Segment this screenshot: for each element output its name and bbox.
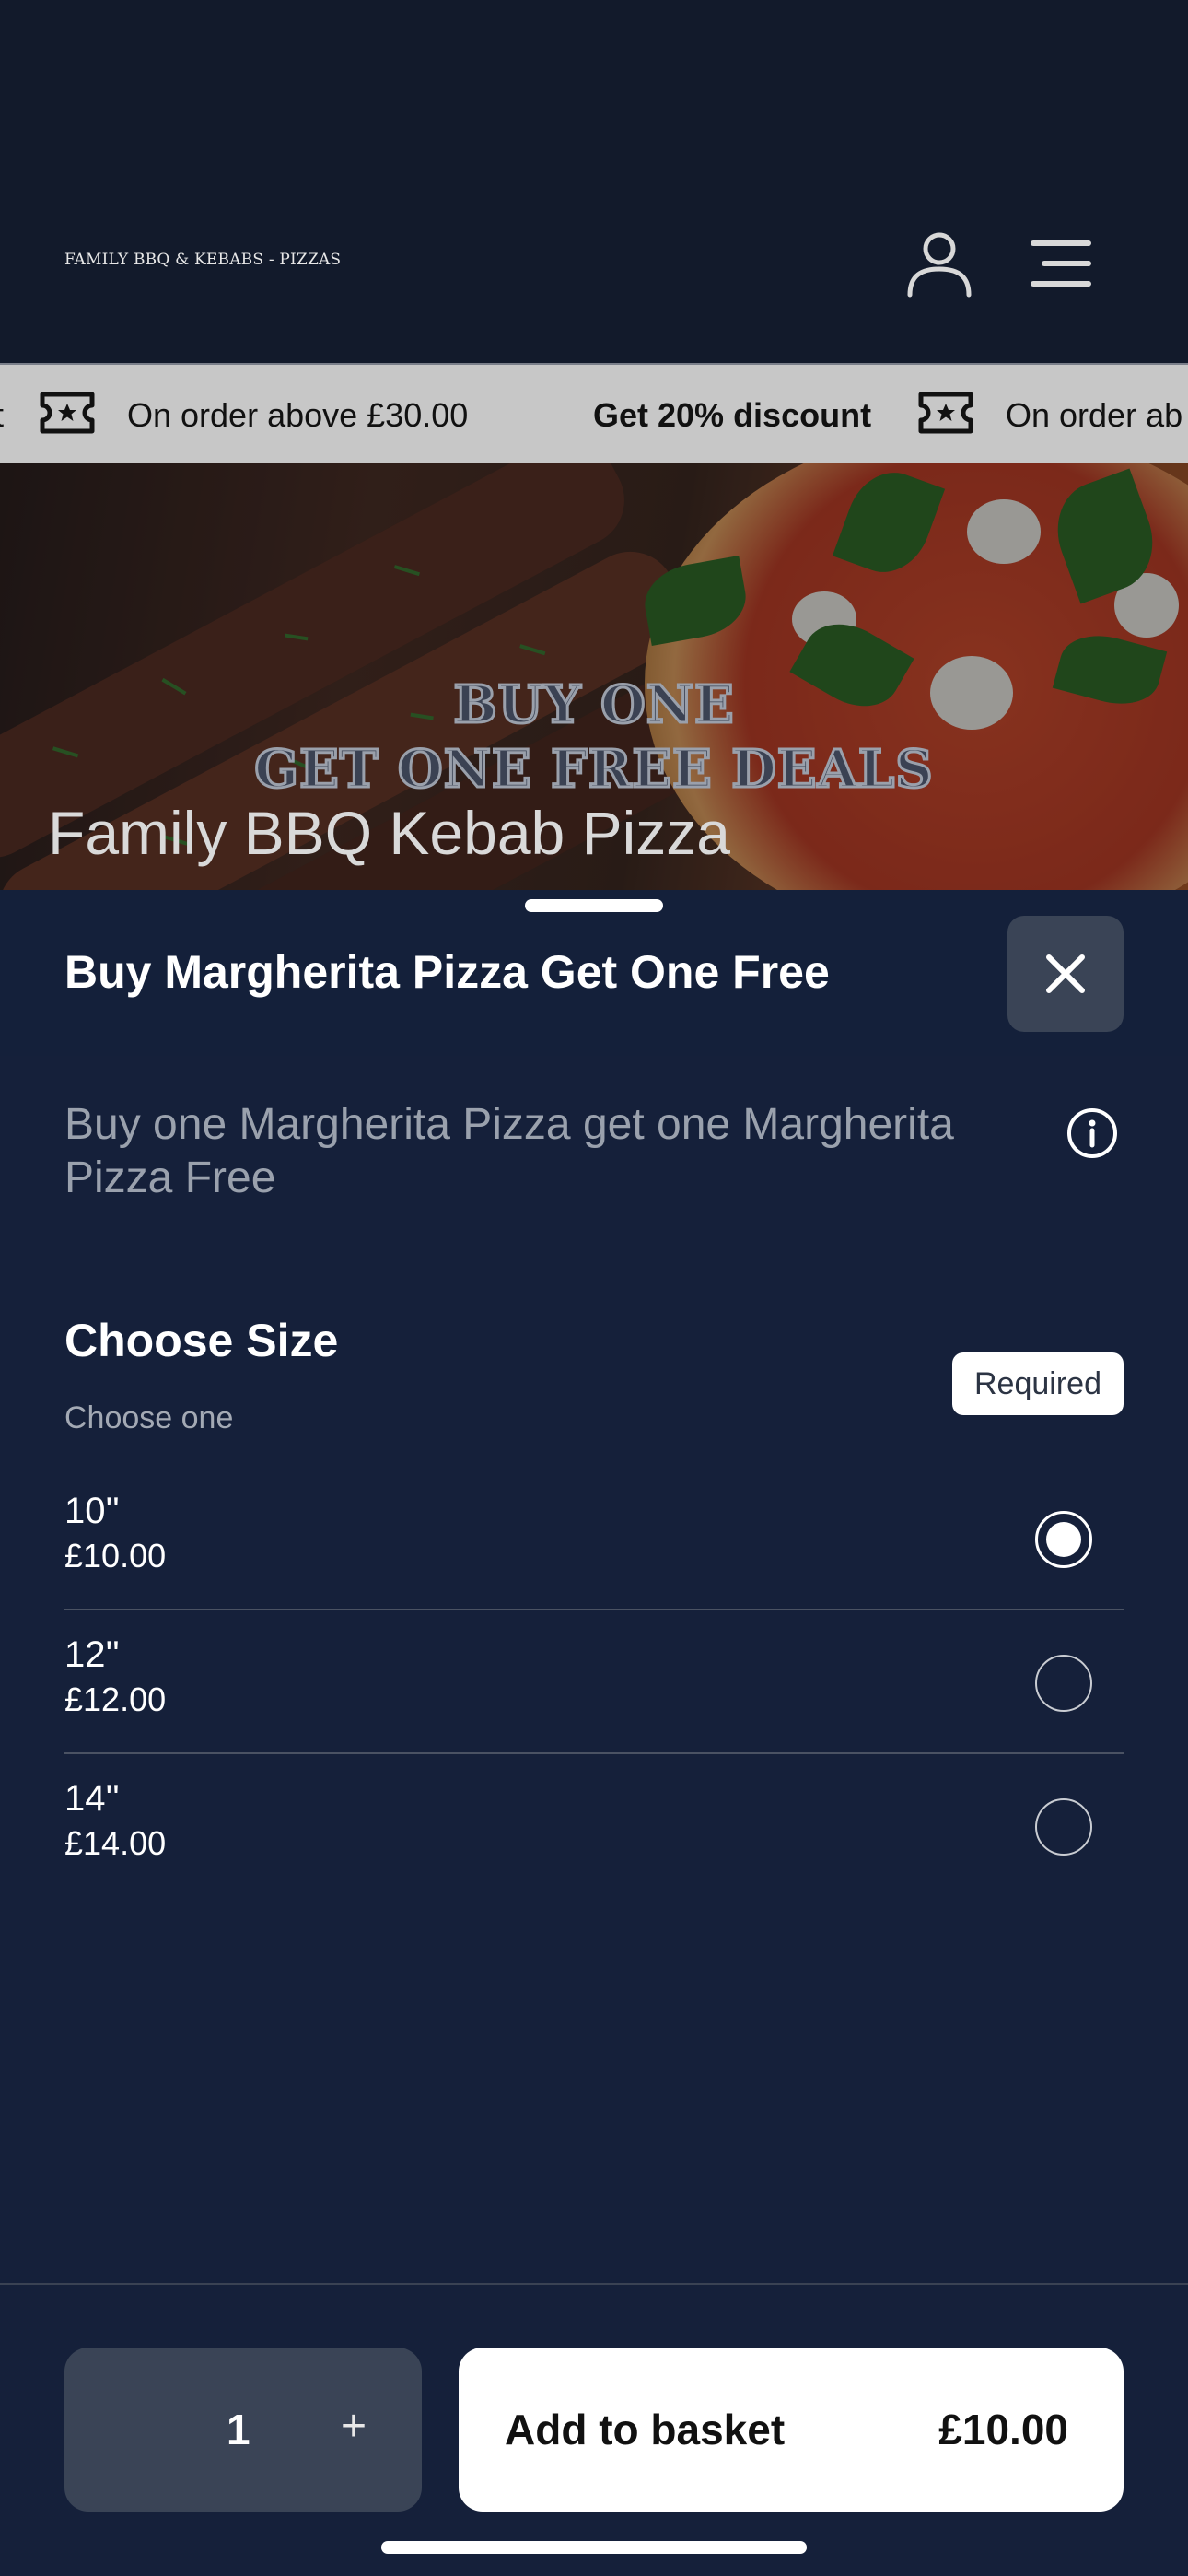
- option-size: 14'': [64, 1778, 120, 1819]
- close-icon: [1046, 954, 1085, 993]
- promo-ticker: t On order above £30.00 Get 20% discount…: [0, 363, 1188, 463]
- logo[interactable]: FAMILY BBQ & KEBABS - PIZZAS: [64, 251, 341, 269]
- quantity-value: 1: [227, 2406, 250, 2453]
- ticker-discount-title: Get 20% discount: [593, 396, 872, 434]
- option-size: 12'': [64, 1634, 120, 1675]
- radio-dot: [1046, 1522, 1081, 1557]
- menu-icon[interactable]: [1028, 236, 1094, 291]
- account-icon[interactable]: [903, 227, 976, 300]
- ticker-offer-text: On order ab: [1006, 396, 1183, 434]
- deal-headline-2: GET ONE FREE DEALS: [253, 738, 935, 802]
- hero-banner: BUY ONE GET ONE FREE DEALS Family BBQ Ke…: [0, 463, 1188, 896]
- radio-selected[interactable]: [1035, 1511, 1092, 1568]
- option-price: £10.00: [64, 1537, 167, 1575]
- quantity-stepper: 1 +: [64, 2348, 422, 2512]
- add-to-basket-label: Add to basket: [505, 2406, 786, 2453]
- option-price: £12.00: [64, 1680, 167, 1718]
- deal-headline-1: BUY ONE: [452, 673, 735, 737]
- close-button[interactable]: [1007, 916, 1124, 1032]
- section-title: Choose Size: [64, 1315, 339, 1366]
- add-to-basket-button[interactable]: Add to basket £10.00: [459, 2348, 1124, 2512]
- size-option[interactable]: 14'' £14.00: [64, 1754, 1124, 1898]
- option-size: 10'': [64, 1491, 120, 1531]
- restaurant-name: Family BBQ Kebab Pizza: [48, 799, 730, 867]
- section-subtitle: Choose one: [64, 1400, 234, 1435]
- increase-quantity-button[interactable]: +: [341, 2401, 367, 2452]
- product-description: Buy one Margherita Pizza get one Margher…: [64, 1100, 954, 1202]
- size-option[interactable]: 12'' £12.00: [64, 1610, 1124, 1754]
- product-sheet: Buy Margherita Pizza Get One Free Buy on…: [0, 890, 1188, 2576]
- footer-divider: [0, 2283, 1188, 2285]
- option-price: £14.00: [64, 1824, 167, 1862]
- ticker-text: t: [0, 396, 4, 435]
- radio-unselected[interactable]: [1035, 1655, 1092, 1712]
- sheet-grabber[interactable]: [525, 899, 663, 912]
- radio-unselected[interactable]: [1035, 1798, 1092, 1856]
- required-badge: Required: [952, 1352, 1124, 1415]
- app-header: FAMILY BBQ & KEBABS - PIZZAS: [0, 0, 1188, 372]
- product-title: Buy Margherita Pizza Get One Free: [64, 946, 830, 998]
- ticket-icon: [917, 391, 974, 435]
- ticket-icon: [39, 391, 96, 435]
- home-indicator: [381, 2541, 807, 2554]
- info-icon[interactable]: [1065, 1106, 1120, 1161]
- basket-total-price: £10.00: [938, 2406, 1068, 2453]
- size-option[interactable]: 10'' £10.00: [64, 1467, 1124, 1610]
- ticker-offer-text: On order above £30.00: [127, 396, 469, 434]
